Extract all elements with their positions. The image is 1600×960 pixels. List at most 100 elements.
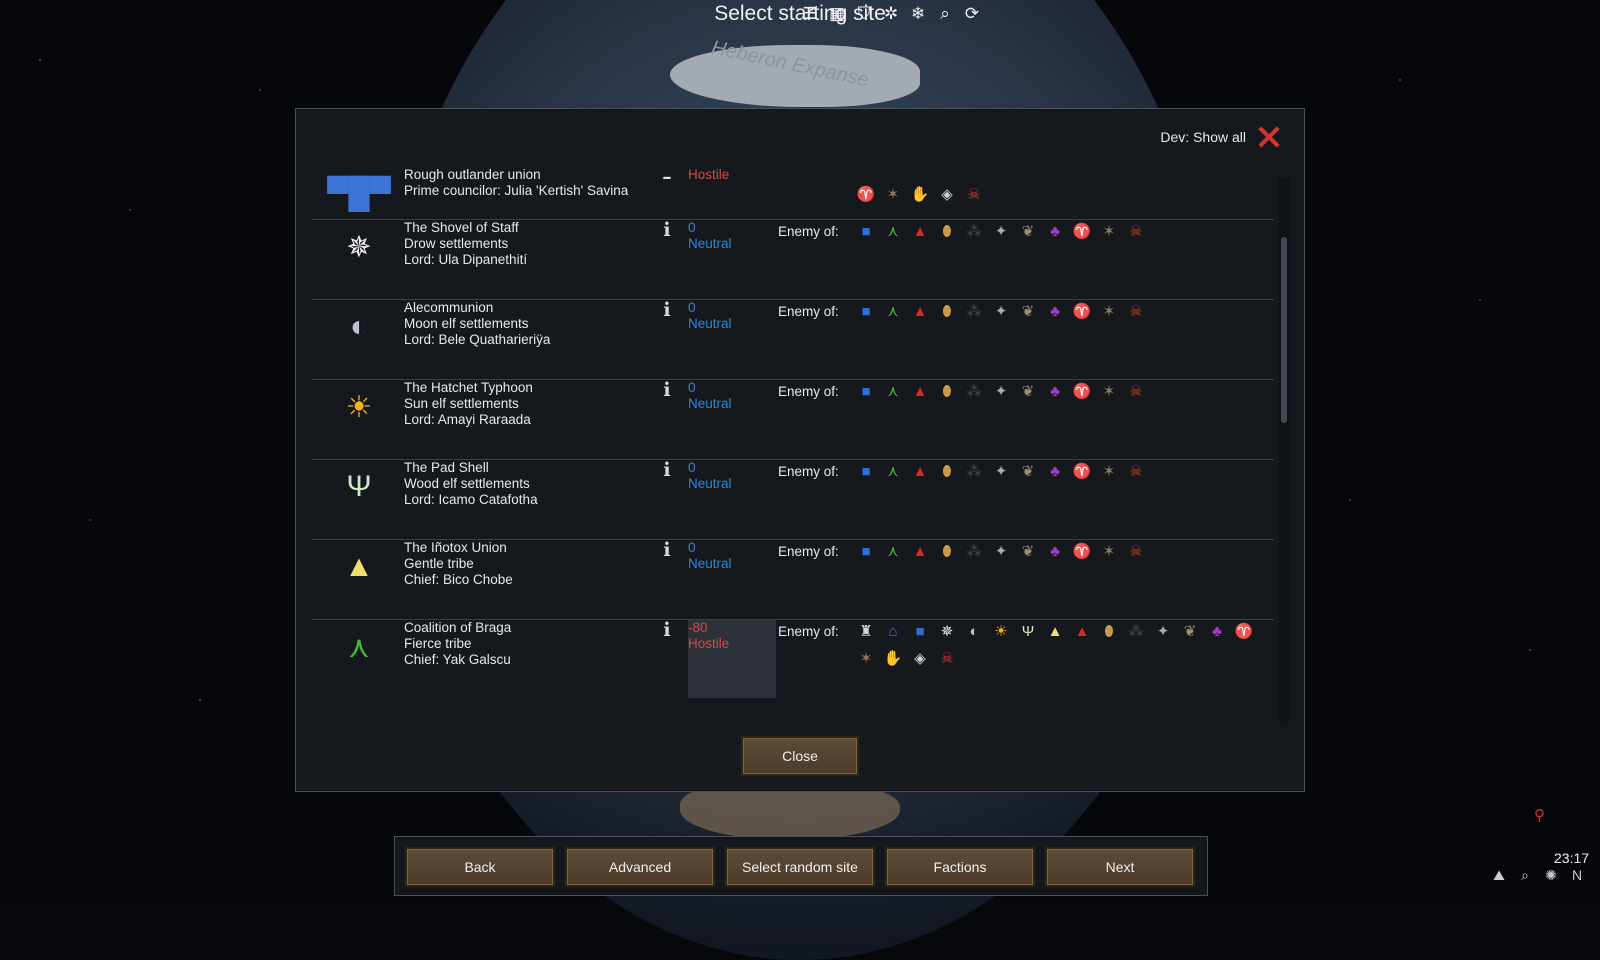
spider-icon[interactable]: ⁂ xyxy=(964,222,984,242)
bull-icon[interactable]: ❦ xyxy=(1018,382,1038,402)
wings-icon[interactable]: ✦ xyxy=(991,382,1011,402)
purple-faction-icon[interactable]: ♣ xyxy=(1045,382,1065,402)
green-tribe-icon[interactable]: ⋏ xyxy=(883,382,903,402)
crossbones-icon[interactable]: ✶ xyxy=(1099,302,1119,322)
crossbones-icon[interactable]: ✶ xyxy=(856,649,876,669)
purple-faction-icon[interactable]: ♣ xyxy=(1045,542,1065,562)
demon-icon[interactable]: ♈ xyxy=(1234,622,1254,642)
crossbones-icon[interactable]: ✶ xyxy=(1099,222,1119,242)
beetle-icon[interactable]: ⬮ xyxy=(1099,622,1119,642)
north-arrow-icon[interactable]: N xyxy=(1568,866,1586,884)
green-tribe-icon[interactable]: ⋏ xyxy=(883,462,903,482)
red-tribe-icon[interactable]: ▲ xyxy=(910,462,930,482)
crossbones-icon[interactable]: ✶ xyxy=(1099,462,1119,482)
wings-icon[interactable]: ✦ xyxy=(991,222,1011,242)
close-button[interactable]: Close xyxy=(741,736,859,776)
demon-icon[interactable]: ♈ xyxy=(856,185,876,205)
wings-icon[interactable]: ✦ xyxy=(991,462,1011,482)
list-icon[interactable]: ☰ xyxy=(800,4,820,24)
spider-icon[interactable]: ⁂ xyxy=(964,302,984,322)
demon-icon[interactable]: ♈ xyxy=(1072,382,1092,402)
pirate-icon[interactable]: ☠ xyxy=(937,649,957,669)
route-icon[interactable]: ⚲ xyxy=(1534,806,1545,824)
info-icon[interactable]: i xyxy=(660,300,674,320)
info-icon[interactable]: i xyxy=(660,220,674,240)
crossbones-icon[interactable]: ✶ xyxy=(1099,542,1119,562)
table-icon[interactable]: ▦ xyxy=(827,4,847,24)
blue-banner-icon[interactable]: ■ xyxy=(910,622,930,642)
pirate-icon[interactable]: ☠ xyxy=(1126,222,1146,242)
green-tribe-icon[interactable]: ⋏ xyxy=(883,542,903,562)
spider-icon[interactable]: ⁂ xyxy=(1126,622,1146,642)
house-icon[interactable]: ⌂ xyxy=(883,622,903,642)
purple-faction-icon[interactable]: ♣ xyxy=(1207,622,1227,642)
beetle-icon[interactable]: ⬮ xyxy=(937,462,957,482)
purple-faction-icon[interactable]: ♣ xyxy=(1045,302,1065,322)
back-button[interactable]: Back xyxy=(405,847,555,887)
diamond-icon[interactable]: ◈ xyxy=(937,185,957,205)
yellow-tribe-icon[interactable]: ▲ xyxy=(1045,622,1065,642)
factions-button[interactable]: Factions xyxy=(885,847,1035,887)
empire-icon[interactable]: ♜ xyxy=(856,622,876,642)
magnifier-icon[interactable]: ⌕ xyxy=(1516,866,1534,884)
scrollbar-thumb[interactable] xyxy=(1281,237,1287,423)
wings-icon[interactable]: ✦ xyxy=(991,542,1011,562)
mountain-icon[interactable]: ⛰ xyxy=(1490,866,1508,884)
close-icon[interactable] xyxy=(1258,126,1280,148)
demon-icon[interactable]: ♈ xyxy=(1072,462,1092,482)
bull-icon[interactable]: ❦ xyxy=(1180,622,1200,642)
purple-faction-icon[interactable]: ♣ xyxy=(1045,462,1065,482)
blue-banner-icon[interactable]: ■ xyxy=(856,462,876,482)
wings-icon[interactable]: ✦ xyxy=(991,302,1011,322)
diamond-icon[interactable]: ◈ xyxy=(910,649,930,669)
blue-banner-icon[interactable]: ■ xyxy=(856,382,876,402)
demon-icon[interactable]: ♈ xyxy=(1072,542,1092,562)
pirate-icon[interactable]: ☠ xyxy=(1126,542,1146,562)
red-tribe-icon[interactable]: ▲ xyxy=(910,382,930,402)
info-icon[interactable]: i xyxy=(660,460,674,480)
blue-banner-icon[interactable]: ■ xyxy=(856,302,876,322)
pirate-icon[interactable]: ☠ xyxy=(1126,462,1146,482)
sun-icon[interactable]: ☀ xyxy=(991,622,1011,642)
pirate-icon[interactable]: ☠ xyxy=(1126,302,1146,322)
advanced-button[interactable]: Advanced xyxy=(565,847,715,887)
purple-faction-icon[interactable]: ♣ xyxy=(1045,222,1065,242)
wings-icon[interactable]: ✦ xyxy=(1153,622,1173,642)
green-tribe-icon[interactable]: ⋏ xyxy=(883,302,903,322)
dev-show-all-label[interactable]: Dev: Show all xyxy=(1160,129,1246,145)
demon-icon[interactable]: ♈ xyxy=(1072,222,1092,242)
sparkle-icon[interactable]: ✲ xyxy=(881,4,901,24)
info-icon[interactable]: i xyxy=(660,620,674,640)
select-random-site-button[interactable]: Select random site xyxy=(725,847,875,887)
next-button[interactable]: Next xyxy=(1045,847,1195,887)
bulb-icon[interactable]: ✺ xyxy=(1542,866,1560,884)
claw-icon[interactable]: ✋ xyxy=(910,185,930,205)
claw-icon[interactable]: ✋ xyxy=(883,649,903,669)
blue-banner-icon[interactable]: ■ xyxy=(856,542,876,562)
bull-icon[interactable]: ❦ xyxy=(1018,462,1038,482)
beetle-icon[interactable]: ⬮ xyxy=(937,542,957,562)
spider-icon[interactable]: ⁂ xyxy=(964,542,984,562)
blue-banner-icon[interactable]: ■ xyxy=(856,222,876,242)
info-icon[interactable]: i xyxy=(660,540,674,560)
moon-icon[interactable]: ◐ xyxy=(964,622,984,642)
red-tribe-icon[interactable]: ▲ xyxy=(910,542,930,562)
snowflake-icon[interactable]: ❄ xyxy=(908,4,928,24)
info-icon[interactable]: i xyxy=(660,380,674,400)
demon-icon[interactable]: ♈ xyxy=(1072,302,1092,322)
crossbones-icon[interactable]: ✶ xyxy=(883,185,903,205)
beetle-icon[interactable]: ⬮ xyxy=(937,222,957,242)
red-tribe-icon[interactable]: ▲ xyxy=(910,302,930,322)
bull-icon[interactable]: ❦ xyxy=(1018,222,1038,242)
info-icon[interactable]: – xyxy=(660,167,674,187)
refresh-icon[interactable]: ⟳ xyxy=(962,4,982,24)
bull-icon[interactable]: ❦ xyxy=(1018,542,1038,562)
pirate-icon[interactable]: ☠ xyxy=(964,185,984,205)
red-tribe-icon[interactable]: ▲ xyxy=(1072,622,1092,642)
spider-icon[interactable]: ⁂ xyxy=(964,462,984,482)
crossbones-icon[interactable]: ✶ xyxy=(1099,382,1119,402)
pirate-icon[interactable]: ☠ xyxy=(1126,382,1146,402)
antlers-icon[interactable]: Ψ xyxy=(1018,622,1038,642)
green-tribe-icon[interactable]: ⋏ xyxy=(883,222,903,242)
beetle-icon[interactable]: ⬮ xyxy=(937,302,957,322)
